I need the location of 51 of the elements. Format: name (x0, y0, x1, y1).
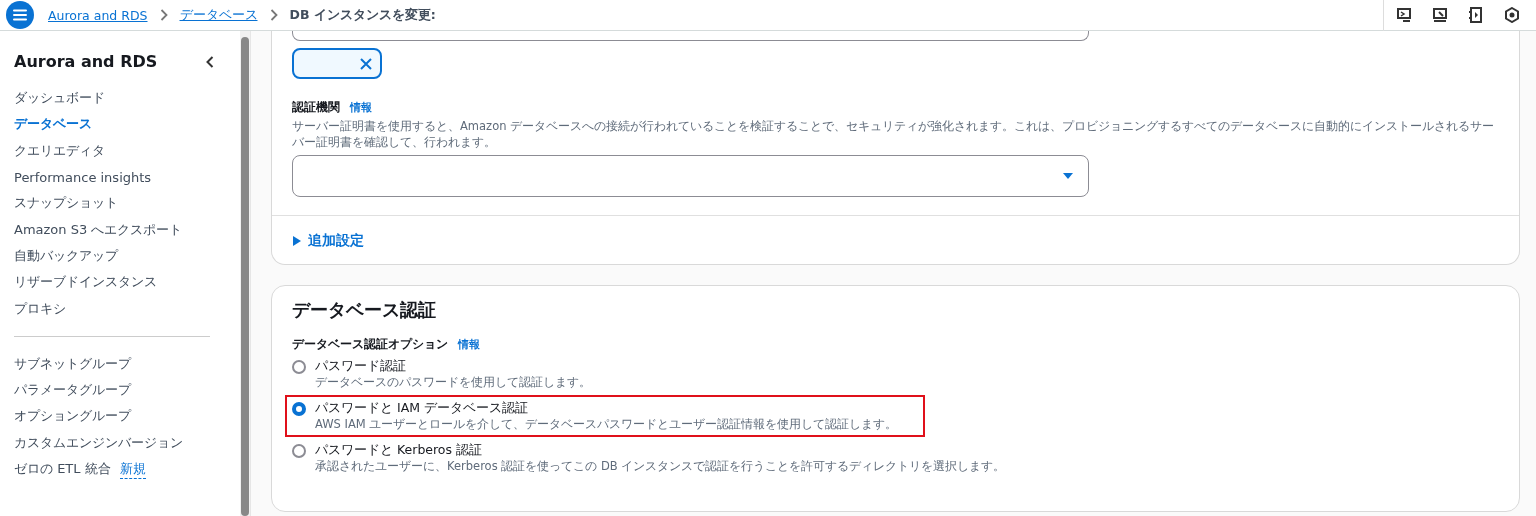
option-description: データベースのパスワードを使用して認証します。 (315, 375, 591, 390)
sidebar-title: Aurora and RDS (14, 52, 158, 71)
panel-icon[interactable] (1468, 7, 1484, 23)
radio-button[interactable] (292, 402, 306, 416)
nav-link[interactable]: ゼロの ETL 統合 (14, 460, 111, 478)
field-description: サーバー証明書を使用すると、Amazon データベースへの接続が行われていることを検証することで、セキュリティが強化されます。これは、プロビジョニングするすべてのデータベースに自動的にインストールされるサーバー証明書を確認して、行われます。 (292, 118, 1496, 150)
token-remove-button[interactable] (292, 48, 382, 79)
nav-link[interactable]: Performance insights (14, 169, 152, 185)
breadcrumb-link[interactable]: データベース (179, 6, 258, 24)
chevron-icon (269, 9, 278, 21)
info-link[interactable]: 情報 (458, 338, 480, 352)
chevron-icon (159, 9, 168, 21)
nav-link[interactable]: ダッシュボード (14, 89, 105, 108)
section-heading: データベース認証 (292, 298, 437, 322)
option-description: AWS IAM ユーザーとロールを介して、データベースパスワードとユーザー認証情報を使用して認証します。 (315, 417, 898, 432)
caret-icon (292, 236, 301, 246)
nav-link[interactable]: プロキシ (14, 299, 66, 318)
nav-link[interactable]: 自動バックアップ (14, 246, 118, 265)
option-label: パスワード認証 (315, 358, 407, 375)
expand-toggle[interactable]: 追加設定 (292, 232, 364, 250)
nav-link[interactable]: Amazon S3 へエクスポート (14, 220, 183, 239)
scrollbar[interactable] (240, 31, 250, 516)
select-field[interactable] (292, 155, 1089, 197)
breadcrumb-current: DB インスタンスを変更: (289, 6, 436, 24)
radio-button[interactable] (292, 360, 306, 374)
field-label: 認証機関 (292, 99, 340, 116)
new-badge: 新規 (119, 459, 146, 479)
hexagon-icon[interactable] (1504, 7, 1520, 23)
menu-button[interactable] (6, 1, 34, 29)
nav-link[interactable]: リザーブドインスタンス (14, 273, 157, 292)
nav-link[interactable]: オプショングループ (14, 407, 131, 426)
nav-link[interactable]: サブネットグループ (14, 354, 131, 373)
caret-icon (1062, 172, 1074, 180)
option-label: パスワードと IAM データベース認証 (315, 400, 529, 417)
nav-link[interactable]: スナップショット (14, 194, 118, 213)
input-field[interactable] (292, 31, 1089, 41)
nav-link[interactable]: カスタムエンジンバージョン (14, 433, 183, 452)
nav-link[interactable]: クエリエディタ (14, 141, 105, 160)
collapse-icon[interactable] (206, 55, 214, 68)
nav-link[interactable]: パラメータグループ (14, 381, 131, 400)
nav-link[interactable]: データベース (14, 115, 92, 134)
field-label: データベース認証オプション (292, 336, 448, 353)
option-description: 承認されたユーザーに、Kerberos 認証を使ってこの DB インスタンスで認証を行うことを許可するディレクトリを選択します。 (315, 459, 1006, 474)
breadcrumb-link[interactable]: Aurora and RDS (48, 7, 148, 23)
close-icon (360, 57, 372, 70)
radio-button[interactable] (292, 444, 306, 458)
monitor-icon[interactable] (1432, 7, 1448, 23)
info-link[interactable]: 情報 (350, 101, 372, 115)
option-label: パスワードと Kerberos 認証 (315, 442, 483, 459)
monitor-icon[interactable] (1396, 7, 1412, 23)
menu-icon (13, 9, 27, 21)
